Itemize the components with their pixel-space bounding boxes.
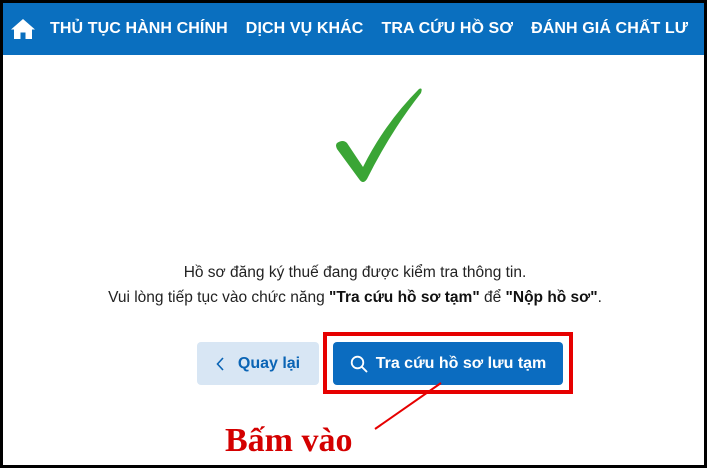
search-saved-dossier-button[interactable]: Tra cứu hồ sơ lưu tạm bbox=[333, 342, 563, 385]
nav-tra-cuu-ho-so[interactable]: TRA CỨU HỒ SƠ bbox=[372, 20, 522, 38]
nav-dich-vu-khac[interactable]: DỊCH VỤ KHÁC bbox=[237, 20, 373, 38]
message-line-2: Vui lòng tiếp tục vào chức năng "Tra cứu… bbox=[3, 285, 704, 310]
nav-danh-gia-chat-luong[interactable]: ĐÁNH GIÁ CHẤT LƯ bbox=[522, 20, 697, 38]
search-button-label: Tra cứu hồ sơ lưu tạm bbox=[375, 354, 547, 372]
message-line-2-suffix: . bbox=[597, 289, 602, 306]
nav-thu-tuc-hanh-chinh[interactable]: THỦ TỤC HÀNH CHÍNH bbox=[41, 20, 237, 38]
message-function-name: "Tra cứu hồ sơ tạm" bbox=[329, 289, 480, 306]
message-line-2-prefix: Vui lòng tiếp tục vào chức năng bbox=[108, 289, 330, 306]
home-icon bbox=[11, 19, 35, 39]
chevron-left-icon bbox=[216, 356, 224, 371]
back-button-label: Quay lại bbox=[237, 354, 301, 372]
status-message: Hồ sơ đăng ký thuế đang được kiểm tra th… bbox=[3, 260, 704, 310]
message-action-name: "Nộp hồ sơ" bbox=[505, 289, 598, 306]
back-button[interactable]: Quay lại bbox=[197, 342, 319, 385]
message-line-1: Hồ sơ đăng ký thuế đang được kiểm tra th… bbox=[183, 264, 527, 281]
annotation-arrow bbox=[374, 382, 442, 430]
screenshot-frame: THỦ TỤC HÀNH CHÍNH DỊCH VỤ KHÁC TRA CỨU … bbox=[0, 0, 707, 468]
message-line-2-mid: để bbox=[479, 289, 506, 306]
top-navbar: THỦ TỤC HÀNH CHÍNH DỊCH VỤ KHÁC TRA CỨU … bbox=[3, 3, 704, 55]
home-link[interactable] bbox=[5, 3, 41, 55]
search-icon bbox=[350, 355, 368, 373]
checkmark-icon bbox=[336, 88, 422, 182]
annotation-label: Bấm vào bbox=[225, 422, 353, 459]
